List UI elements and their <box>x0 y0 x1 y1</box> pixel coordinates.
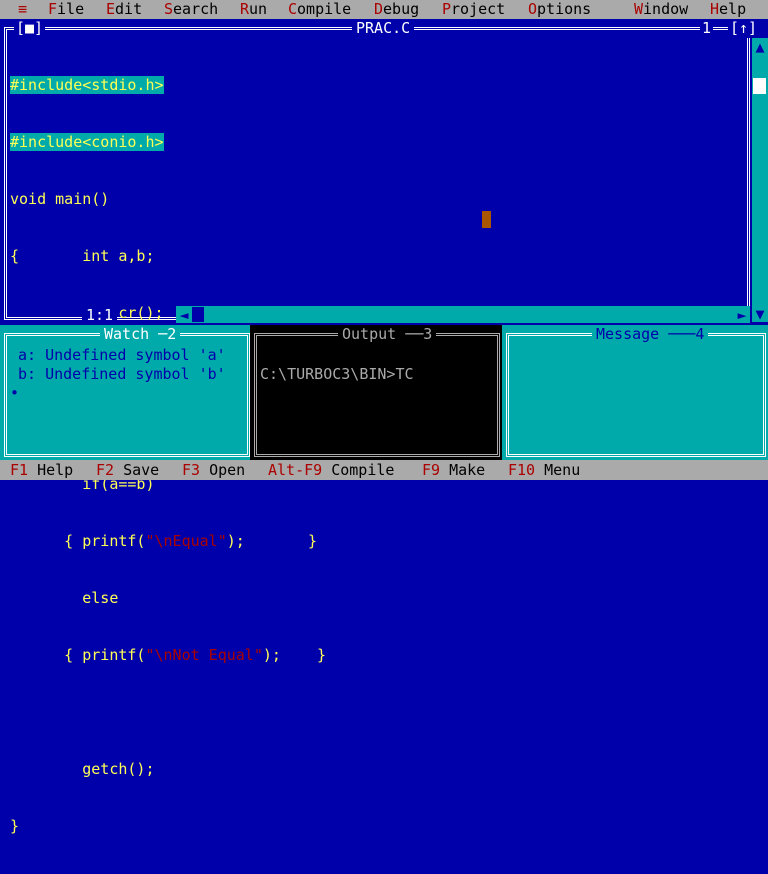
watch-number: 2 <box>167 325 177 343</box>
code-line: #include<conio.h> <box>10 133 164 151</box>
message-title: Message <box>596 325 660 343</box>
message-window[interactable]: Message ───4 <box>502 325 768 460</box>
status-bar: F1 Help F2 Save F3 Open Alt-F9 Compile F… <box>0 460 768 480</box>
hscroll-thumb[interactable] <box>192 307 204 322</box>
text-cursor <box>482 211 491 228</box>
output-title: Output <box>342 325 397 343</box>
watch-window[interactable]: Watch ─2 a: Undefined symbol 'a' b: Unde… <box>0 325 250 460</box>
status-open[interactable]: F3 Open <box>182 461 245 480</box>
watch-entry[interactable]: • <box>10 384 19 403</box>
scroll-right-icon[interactable]: ► <box>734 306 750 324</box>
menu-options[interactable]: Options <box>528 0 591 19</box>
message-number: 4 <box>695 325 705 343</box>
status-compile[interactable]: Alt-F9 Compile <box>268 461 394 480</box>
zoom-box-icon[interactable]: [↑] <box>728 19 760 38</box>
code-line: { int a,b; <box>10 247 155 265</box>
editor-title: PRAC.C <box>352 19 415 38</box>
output-text: C:\TURBOC3\BIN>TC <box>260 365 414 383</box>
output-number: 3 <box>423 325 433 343</box>
scroll-down-icon[interactable]: ▼ <box>752 305 768 323</box>
code-line: } <box>10 817 20 835</box>
output-frame <box>254 333 500 457</box>
code-line-string: { printf("\nNot Equal"); } <box>10 646 327 664</box>
menu-help[interactable]: Help <box>710 0 746 19</box>
scroll-left-icon[interactable]: ◄ <box>176 306 192 324</box>
menu-project[interactable]: Project <box>442 0 505 19</box>
status-help[interactable]: F1 Help <box>10 461 73 480</box>
horizontal-scrollbar[interactable]: ◄ ► <box>176 306 750 324</box>
message-frame <box>506 333 766 457</box>
watch-entry[interactable]: b: Undefined symbol 'b' <box>18 365 226 384</box>
window-number: 1 <box>700 19 714 38</box>
editor-window[interactable]: [■] PRAC.C 1 [↑] #include<stdio.h> #incl… <box>0 19 768 835</box>
menu-window[interactable]: Window <box>634 0 688 19</box>
code-line-string: { printf("\nEqual"); } <box>10 532 318 550</box>
status-save[interactable]: F2 Save <box>96 461 159 480</box>
code-line: #include<stdio.h> <box>10 76 164 94</box>
close-box-icon[interactable]: [■] <box>14 19 46 38</box>
system-menu[interactable]: ≡ <box>18 0 27 19</box>
watch-entry[interactable]: a: Undefined symbol 'a' <box>18 346 226 365</box>
code-line: void main() <box>10 190 110 208</box>
menu-edit[interactable]: Edit <box>106 0 142 19</box>
code-line: getch(); <box>10 760 155 778</box>
output-window[interactable]: Output ──3 C:\TURBOC3\BIN>TC <box>250 325 502 460</box>
scroll-up-icon[interactable]: ▲ <box>752 38 768 56</box>
menu-compile[interactable]: Compile <box>288 0 351 19</box>
menu-bar: ≡ File Edit Search Run Compile Debug Pro… <box>0 0 768 19</box>
menu-search[interactable]: Search <box>164 0 218 19</box>
scroll-thumb[interactable] <box>753 78 766 94</box>
cursor-position: 1:1 <box>82 306 118 325</box>
status-menu[interactable]: F10 Menu <box>508 461 580 480</box>
menu-debug[interactable]: Debug <box>374 0 419 19</box>
vertical-scrollbar[interactable]: ▲ ▼ <box>752 38 768 323</box>
menu-file[interactable]: File <box>48 0 84 19</box>
watch-title: Watch <box>104 325 150 343</box>
status-make[interactable]: F9 Make <box>422 461 485 480</box>
code-line: else <box>10 589 119 607</box>
menu-run[interactable]: Run <box>240 0 267 19</box>
